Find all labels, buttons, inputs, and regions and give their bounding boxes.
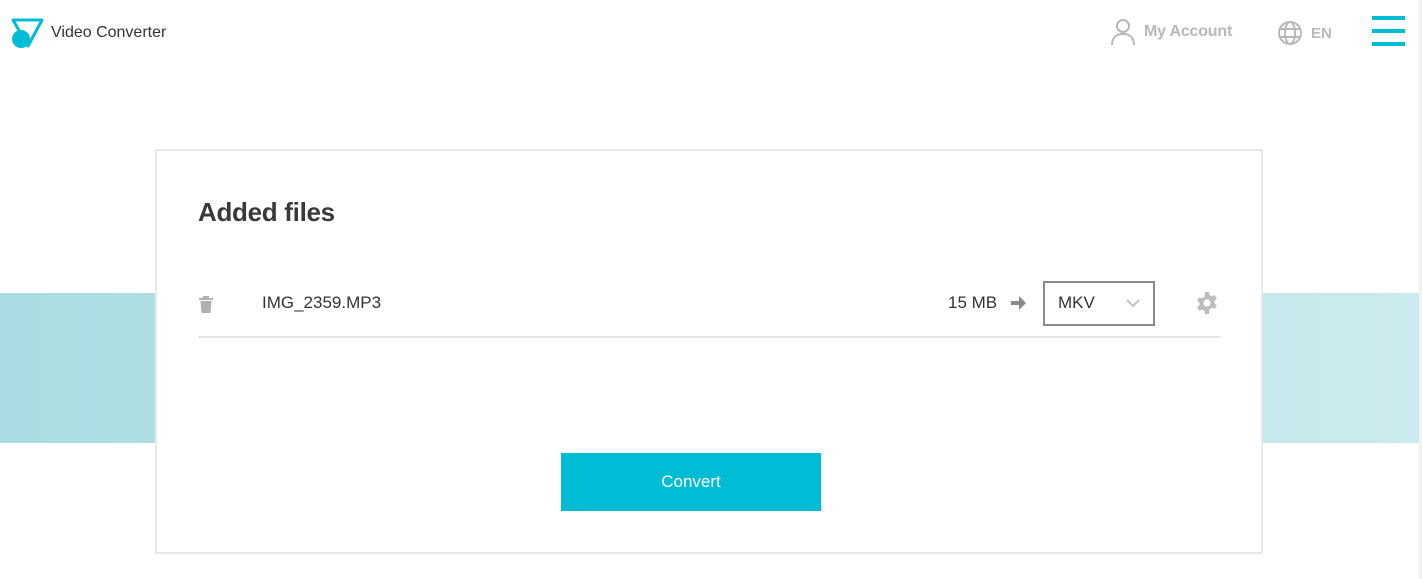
globe-icon	[1278, 21, 1302, 45]
language-label: EN	[1311, 24, 1332, 42]
header: Video Converter My Account EN	[0, 0, 1422, 66]
account-label: My Account	[1144, 23, 1233, 40]
my-account-link[interactable]: My Account	[1110, 17, 1232, 47]
chevron-down-icon	[1126, 299, 1140, 308]
gear-icon[interactable]	[1195, 291, 1219, 315]
format-select[interactable]: MKV	[1043, 281, 1155, 326]
added-files-card: Added files IMG_2359.MP3 15 MB MKV Conve…	[155, 149, 1263, 554]
file-size: 15 MB	[948, 293, 998, 312]
user-icon	[1111, 19, 1135, 46]
trash-icon[interactable]	[198, 296, 214, 314]
section-title: Added files	[198, 197, 335, 227]
hamburger-menu-icon[interactable]	[1372, 16, 1406, 48]
page: Video Converter My Account EN Added file…	[0, 0, 1422, 579]
file-name: IMG_2359.MP3	[262, 293, 382, 312]
format-value: MKV	[1058, 293, 1095, 312]
file-row: IMG_2359.MP3 15 MB MKV	[198, 278, 1220, 338]
video-converter-logo-icon[interactable]	[11, 17, 45, 49]
convert-button[interactable]: Convert	[561, 453, 821, 511]
language-selector[interactable]: EN	[1277, 20, 1332, 46]
arrow-right-icon	[1011, 296, 1026, 310]
app-title[interactable]: Video Converter	[51, 23, 166, 43]
